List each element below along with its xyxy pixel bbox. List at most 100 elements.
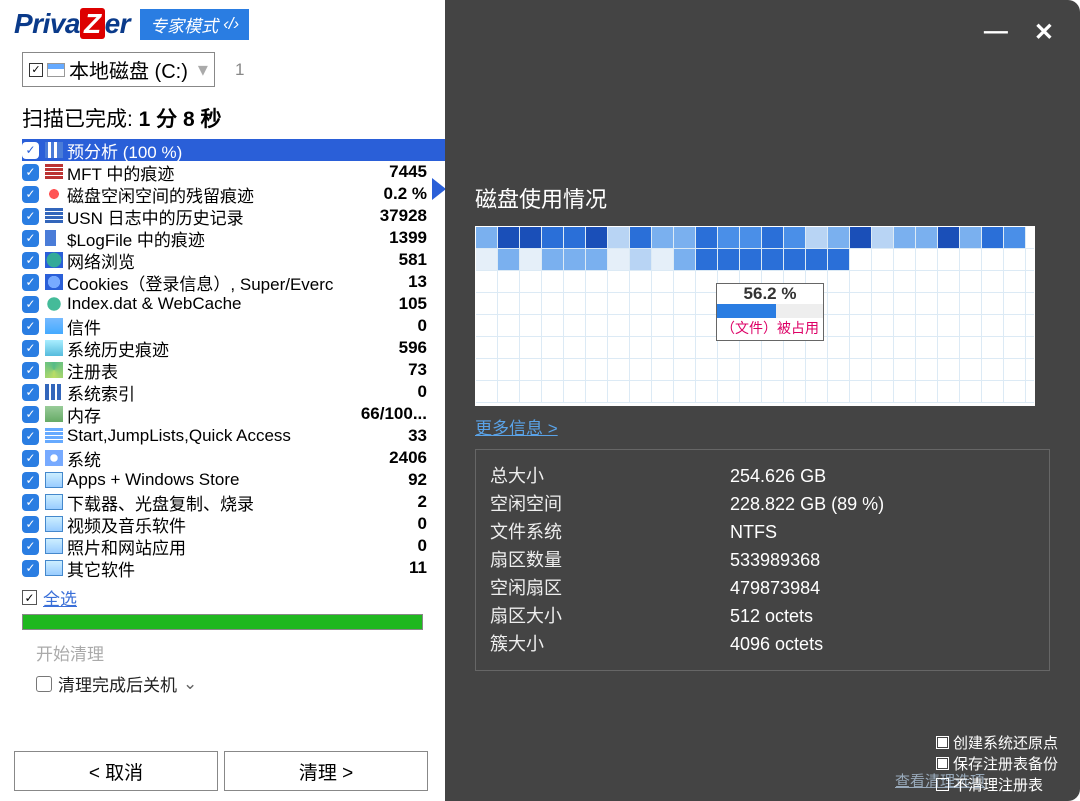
scan-item[interactable]: ✓ 内存 66/100... (22, 403, 445, 425)
footer-option[interactable]: 保存注册表备份 (936, 753, 1058, 774)
item-value: 0 (418, 514, 427, 534)
item-value: 596 (399, 338, 427, 358)
item-checkbox[interactable]: ✓ (22, 296, 39, 313)
cancel-button[interactable]: < 取消 (14, 751, 218, 791)
item-label: Index.dat & WebCache (67, 294, 399, 314)
item-checkbox[interactable]: ✓ (22, 362, 39, 379)
clean-button[interactable]: 清理 > (224, 751, 428, 791)
info-value: 479873984 (730, 574, 820, 602)
item-checkbox[interactable]: ✓ (22, 340, 39, 357)
item-icon (45, 318, 63, 334)
disk-checkbox[interactable]: ✓ (29, 63, 43, 77)
scan-item[interactable]: ✓ MFT 中的痕迹 7445 (22, 161, 445, 183)
item-icon (45, 494, 63, 510)
item-value: 73 (408, 360, 427, 380)
scan-item[interactable]: ✓ 视频及音乐软件 0 (22, 513, 445, 535)
option-checkbox[interactable] (936, 778, 949, 791)
item-checkbox[interactable]: ✓ (22, 560, 39, 577)
scan-item[interactable]: ✓ 其它软件 11 (22, 557, 445, 579)
item-checkbox[interactable]: ✓ (22, 538, 39, 555)
chevron-down-icon[interactable]: ⌄ (183, 674, 197, 694)
scan-item[interactable]: ✓ Index.dat & WebCache 105 (22, 293, 445, 315)
disk-selector[interactable]: ✓ 本地磁盘 (C:) ▾ (22, 52, 215, 87)
item-label: Cookies（登录信息）, Super/Everc (67, 270, 408, 295)
scan-item[interactable]: ✓ 磁盘空闲空间的残留痕迹 0.2 % (22, 183, 445, 205)
item-checkbox[interactable]: ✓ (22, 472, 39, 489)
scan-item[interactable]: ✓ Start,JumpLists,Quick Access 33 (22, 425, 445, 447)
close-button[interactable]: ✕ (1034, 18, 1054, 47)
item-icon (45, 252, 63, 268)
item-icon (45, 450, 63, 466)
info-key: 空闲扇区 (490, 574, 730, 602)
info-row: 总大小254.626 GB (490, 462, 1035, 490)
info-value: 533989368 (730, 546, 820, 574)
select-all-checkbox[interactable]: ✓ (22, 590, 37, 605)
item-checkbox[interactable]: ✓ (22, 428, 39, 445)
item-checkbox[interactable]: ✓ (22, 252, 39, 269)
option-checkbox[interactable] (936, 736, 949, 749)
info-key: 扇区大小 (490, 602, 730, 630)
item-checkbox[interactable]: ✓ (22, 450, 39, 467)
disk-usage-grid: 56.2 % （文件）被占用 (475, 226, 1035, 406)
item-icon (45, 164, 63, 180)
item-checkbox[interactable]: ✓ (22, 274, 39, 291)
item-checkbox[interactable]: ✓ (22, 384, 39, 401)
app-logo: PrivaZer (14, 8, 130, 40)
scan-item[interactable]: ✓ 系统索引 0 (22, 381, 445, 403)
item-checkbox[interactable]: ✓ (22, 406, 39, 423)
item-checkbox[interactable]: ✓ (22, 186, 39, 203)
mode-badge[interactable]: 专家模式‹/› (140, 9, 249, 40)
scan-item[interactable]: ✓ 照片和网站应用 0 (22, 535, 445, 557)
info-row: 扇区大小512 octets (490, 602, 1035, 630)
scan-item[interactable]: ✓ USN 日志中的历史记录 37928 (22, 205, 445, 227)
info-key: 总大小 (490, 462, 730, 490)
scan-item[interactable]: ✓ 系统 2406 (22, 447, 445, 469)
item-checkbox[interactable]: ✓ (22, 516, 39, 533)
item-checkbox[interactable]: ✓ (22, 164, 39, 181)
info-row: 扇区数量533989368 (490, 546, 1035, 574)
item-icon (45, 362, 63, 378)
item-icon (45, 186, 63, 202)
disk-count: 1 (235, 60, 244, 80)
scan-item[interactable]: ✓ Apps + Windows Store 92 (22, 469, 445, 491)
item-icon (45, 560, 63, 576)
info-row: 空闲空间228.822 GB (89 %) (490, 490, 1035, 518)
scan-item[interactable]: ✓ Cookies（登录信息）, Super/Everc 13 (22, 271, 445, 293)
item-checkbox[interactable]: ✓ (22, 142, 39, 159)
minimize-button[interactable]: — (984, 18, 1008, 47)
info-key: 文件系统 (490, 518, 730, 546)
item-checkbox[interactable]: ✓ (22, 230, 39, 247)
footer-option[interactable]: 不清理注册表 (936, 774, 1058, 795)
scan-item[interactable]: ✓ 预分析 (100 %) (22, 139, 445, 161)
item-checkbox[interactable]: ✓ (22, 494, 39, 511)
chevron-down-icon: ▾ (198, 57, 208, 82)
scan-item[interactable]: ✓ 信件 0 (22, 315, 445, 337)
item-value: 66/100... (361, 404, 427, 424)
shutdown-checkbox[interactable] (36, 676, 52, 692)
scan-item[interactable]: ✓ 系统历史痕迹 596 (22, 337, 445, 359)
info-key: 空闲空间 (490, 490, 730, 518)
scan-item[interactable]: ✓ 注册表 73 (22, 359, 445, 381)
item-label: Apps + Windows Store (67, 470, 408, 490)
item-value: 33 (408, 426, 427, 446)
item-icon (45, 472, 63, 488)
option-checkbox[interactable] (936, 757, 949, 770)
selection-arrow (432, 178, 446, 200)
select-all-link[interactable]: 全选 (43, 585, 77, 610)
item-label: 系统 (67, 446, 389, 471)
disk-icon (47, 63, 65, 77)
scan-item[interactable]: ✓ $LogFile 中的痕迹 1399 (22, 227, 445, 249)
info-row: 文件系统NTFS (490, 518, 1035, 546)
item-icon (45, 340, 63, 356)
item-value: 11 (409, 558, 427, 578)
scan-item[interactable]: ✓ 网络浏览 581 (22, 249, 445, 271)
item-value: 7445 (389, 162, 427, 182)
item-checkbox[interactable]: ✓ (22, 318, 39, 335)
footer-option[interactable]: 创建系统还原点 (936, 732, 1058, 753)
info-key: 扇区数量 (490, 546, 730, 574)
more-info-link[interactable]: 更多信息 > (475, 414, 1080, 439)
item-checkbox[interactable]: ✓ (22, 208, 39, 225)
item-label: 内存 (67, 402, 361, 427)
option-label: 创建系统还原点 (953, 732, 1058, 753)
scan-item[interactable]: ✓ 下载器、光盘复制、烧录 2 (22, 491, 445, 513)
